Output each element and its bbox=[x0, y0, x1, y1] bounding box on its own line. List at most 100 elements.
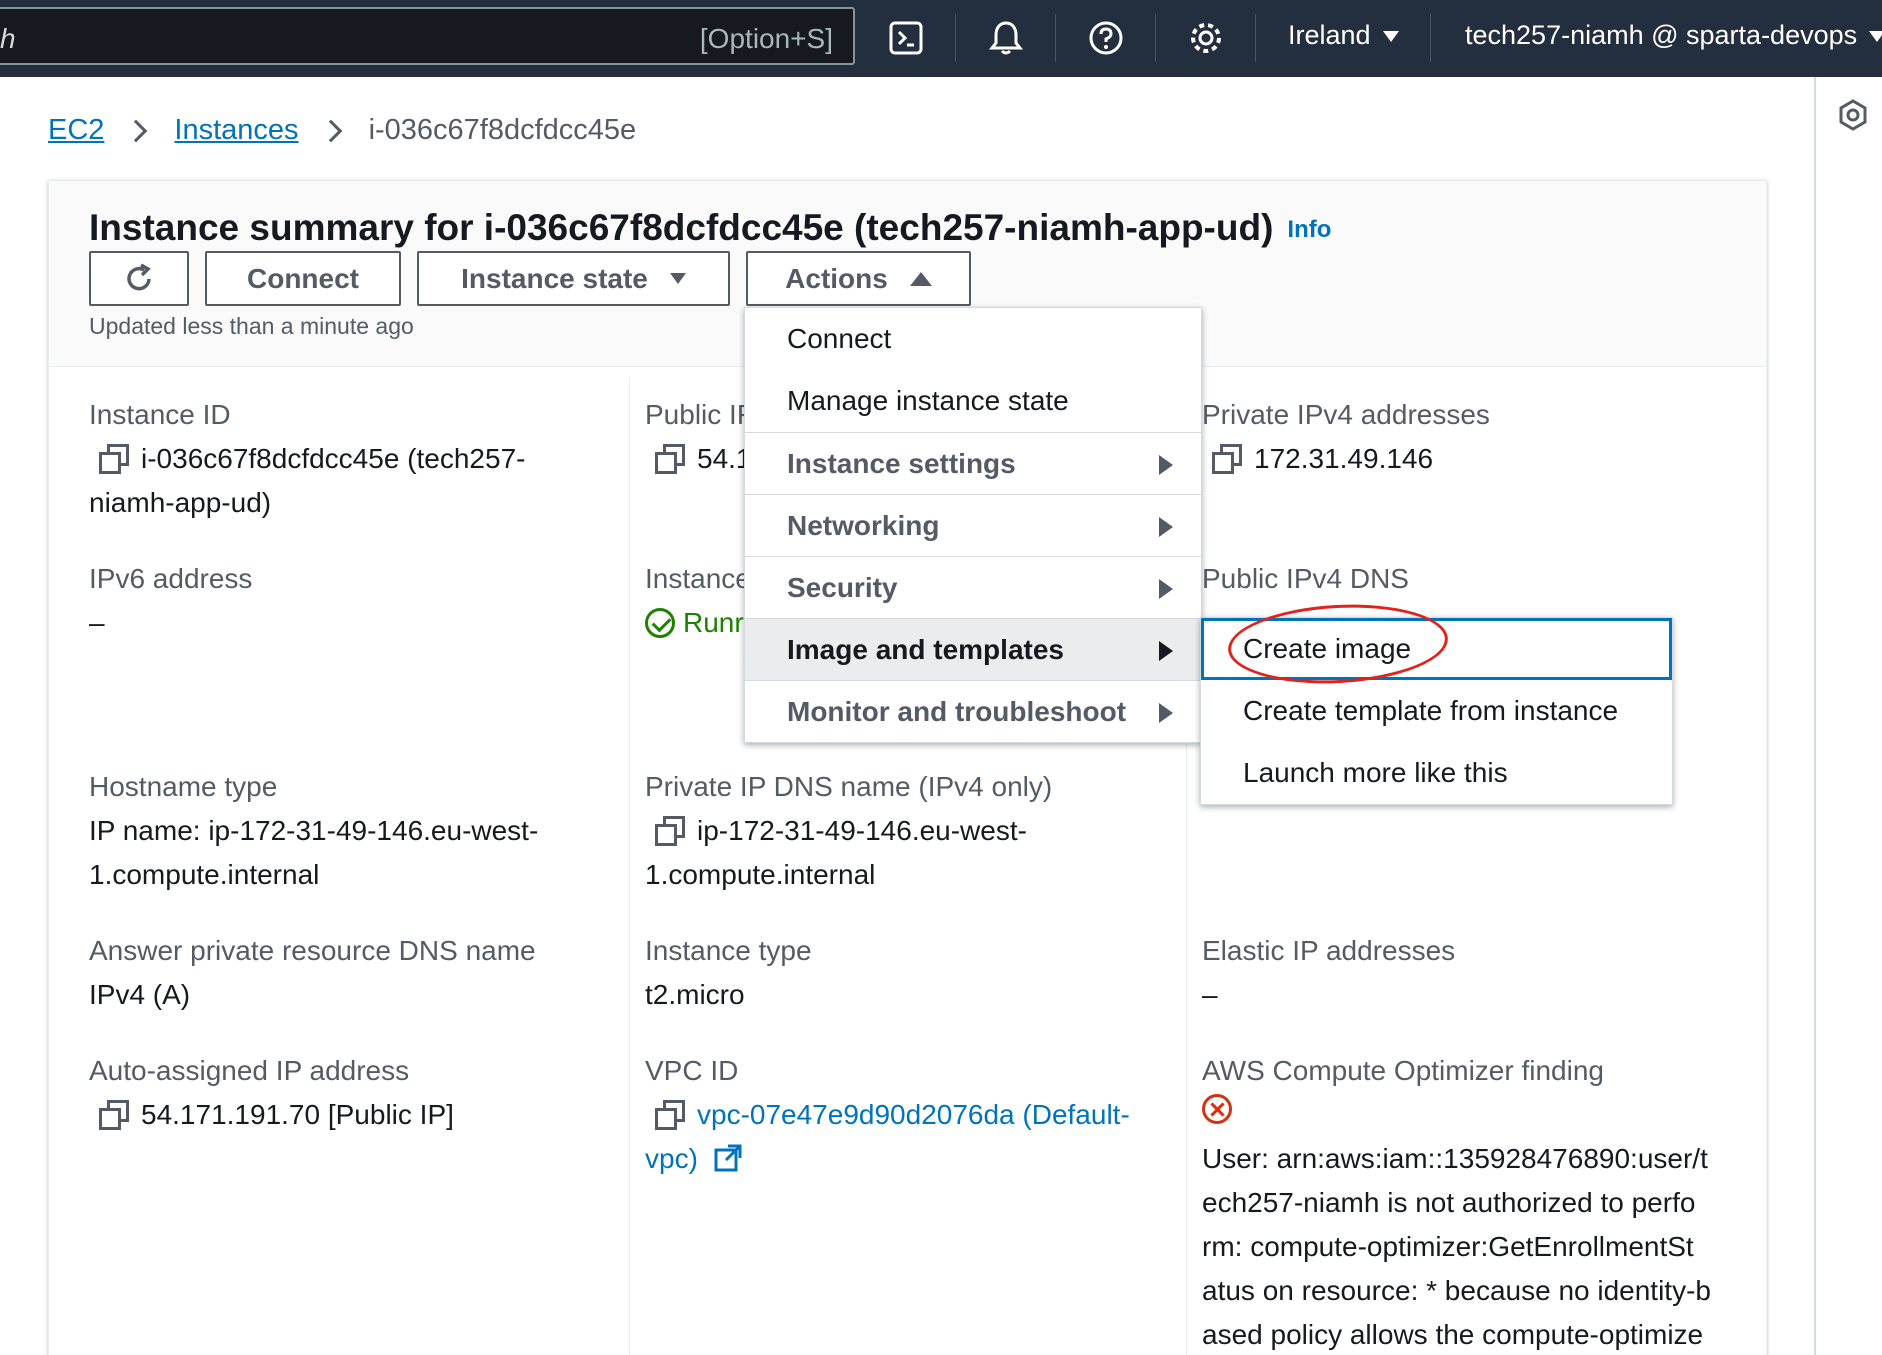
refresh-button[interactable] bbox=[89, 251, 189, 306]
info-link[interactable]: Info bbox=[1287, 216, 1331, 243]
instance-type-label: Instance type bbox=[645, 935, 812, 966]
hostname-type-line-2: 1.compute.internal bbox=[89, 859, 320, 890]
caret-right-icon bbox=[1159, 455, 1173, 475]
refresh-icon bbox=[127, 262, 151, 290]
instance-state-text: Runr bbox=[683, 607, 744, 638]
instance-id-line-2: niamh-app-ud) bbox=[89, 487, 272, 518]
menu-item-label: Manage instance state bbox=[787, 385, 1069, 416]
auto-ip-value: 54.171.191.70 [Public IP] bbox=[89, 1093, 454, 1137]
cloudshell-icon[interactable] bbox=[882, 14, 930, 62]
chevron-down-icon bbox=[669, 273, 686, 284]
nav-divider bbox=[955, 14, 956, 62]
submenu-item-create-image[interactable]: Create image bbox=[1201, 618, 1672, 680]
connect-label: Connect bbox=[247, 262, 359, 294]
menu-item-label: Image and templates bbox=[787, 633, 1064, 665]
actions-button[interactable]: Actions bbox=[746, 251, 971, 306]
top-navigation: h [Option+S] Ireland tech257-niamh @ spa… bbox=[0, 0, 1882, 77]
copy-icon[interactable] bbox=[99, 1100, 129, 1130]
private-ipv4-value: 172.31.49.146 bbox=[1202, 437, 1433, 481]
instance-type-value: t2.micro bbox=[645, 979, 745, 1010]
copy-icon[interactable] bbox=[655, 816, 685, 846]
menu-item-label: Monitor and troubleshoot bbox=[787, 695, 1127, 727]
public-ip-label: Public IF bbox=[645, 399, 754, 430]
menu-item-connect[interactable]: Connect bbox=[745, 308, 1201, 370]
private-dns-value: ip-172-31-49-146.eu-west- 1.compute.inter… bbox=[645, 809, 1175, 897]
answer-dns-value: IPv4 (A) bbox=[89, 979, 191, 1010]
submenu-item-launch-more[interactable]: Launch more like this bbox=[1201, 742, 1672, 804]
public-dns-label: Public IPv4 DNS bbox=[1202, 563, 1409, 594]
caret-right-icon bbox=[1159, 641, 1173, 661]
vpc-value: vpc-07e47e9d90d2076da (Default-vpc) bbox=[645, 1093, 1185, 1181]
search-input[interactable]: h [Option+S] bbox=[0, 7, 855, 65]
caret-right-icon bbox=[1159, 579, 1173, 599]
image-templates-submenu: Create image Create template from instan… bbox=[1200, 617, 1673, 805]
ipv6-value: – bbox=[89, 607, 105, 638]
instance-id-label: Instance ID bbox=[89, 399, 231, 430]
search-shortcut: [Option+S] bbox=[699, 23, 833, 54]
vpc-link-line-2[interactable]: vpc) bbox=[645, 1143, 698, 1174]
connect-button[interactable]: Connect bbox=[205, 251, 401, 306]
page-title: Instance summary for i-036c67f8dcfdcc45e… bbox=[89, 207, 1331, 249]
chevron-right-icon bbox=[319, 119, 342, 142]
account-menu[interactable]: tech257-niamh @ sparta-devops bbox=[1465, 20, 1882, 51]
optimizer-value: User: arn:aws:iam::135928476890:user/t e… bbox=[1202, 1093, 1762, 1355]
check-circle-icon bbox=[645, 608, 675, 638]
nav-divider bbox=[1255, 14, 1256, 62]
region-label: Ireland bbox=[1288, 20, 1371, 50]
menu-item-security[interactable]: Security bbox=[745, 556, 1201, 618]
page-title-text: Instance summary for i-036c67f8dcfdcc45e… bbox=[89, 207, 1274, 248]
actions-menu: Connect Manage instance state Instance s… bbox=[744, 307, 1202, 743]
ipv6-label: IPv6 address bbox=[89, 563, 253, 594]
account-label: tech257-niamh @ sparta-devops bbox=[1465, 20, 1858, 50]
nav-divider bbox=[1155, 14, 1156, 62]
copy-icon[interactable] bbox=[655, 1100, 685, 1130]
menu-item-instance-settings[interactable]: Instance settings bbox=[745, 432, 1201, 494]
submenu-item-create-template[interactable]: Create template from instance bbox=[1201, 680, 1672, 742]
instance-state-label: Instance state bbox=[461, 262, 648, 294]
caret-right-icon bbox=[1159, 517, 1173, 537]
chevron-down-icon bbox=[1382, 31, 1399, 43]
auto-ip-label: Auto-assigned IP address bbox=[89, 1055, 410, 1086]
panel-toggle-icon[interactable] bbox=[1838, 99, 1868, 136]
optimizer-line: ech257-niamh is not authorized to perfo bbox=[1202, 1187, 1696, 1218]
elastic-ip-label: Elastic IP addresses bbox=[1202, 935, 1456, 966]
bell-icon[interactable] bbox=[982, 14, 1030, 62]
menu-item-label: Security bbox=[787, 571, 898, 603]
optimizer-line: atus on resource: * because no identity-… bbox=[1202, 1275, 1711, 1306]
copy-icon[interactable] bbox=[99, 444, 129, 474]
caret-right-icon bbox=[1159, 703, 1173, 723]
breadcrumb: EC2 Instances i-036c67f8dcfdcc45e bbox=[48, 114, 636, 147]
optimizer-line: rm: compute-optimizer:GetEnrollmentSt bbox=[1202, 1231, 1694, 1262]
nav-divider bbox=[1055, 14, 1056, 62]
vpc-label: VPC ID bbox=[645, 1055, 739, 1086]
answer-dns-label: Answer private resource DNS name bbox=[89, 935, 536, 966]
menu-item-image-and-templates[interactable]: Image and templates bbox=[745, 618, 1201, 680]
help-icon[interactable] bbox=[1082, 14, 1130, 62]
menu-item-networking[interactable]: Networking bbox=[745, 494, 1201, 556]
elastic-ip-value: – bbox=[1202, 979, 1218, 1010]
auto-ip-text: 54.171.191.70 [Public IP] bbox=[141, 1099, 454, 1130]
menu-item-manage-instance-state[interactable]: Manage instance state bbox=[745, 370, 1201, 432]
external-link-icon[interactable] bbox=[714, 1144, 742, 1172]
instance-state-field-label: Instance bbox=[645, 563, 751, 594]
breadcrumb-instances[interactable]: Instances bbox=[174, 114, 298, 147]
chevron-right-icon bbox=[125, 119, 148, 142]
updated-timestamp: Updated less than a minute ago bbox=[89, 313, 414, 339]
copy-icon[interactable] bbox=[655, 444, 685, 474]
vpc-link-line-1[interactable]: vpc-07e47e9d90d2076da (Default- bbox=[697, 1099, 1130, 1130]
copy-icon[interactable] bbox=[1212, 444, 1242, 474]
submenu-item-label: Launch more like this bbox=[1243, 757, 1508, 788]
optimizer-label: AWS Compute Optimizer finding bbox=[1202, 1055, 1604, 1086]
breadcrumb-ec2[interactable]: EC2 bbox=[48, 114, 104, 147]
right-side-panel bbox=[1814, 77, 1882, 1355]
hostname-type-line-1: IP name: ip-172-31-49-146.eu-west- bbox=[89, 815, 539, 846]
optimizer-line: ased policy allows the compute-optimize bbox=[1202, 1319, 1704, 1350]
instance-state-value: Runr bbox=[645, 601, 744, 645]
gear-icon[interactable] bbox=[1182, 14, 1230, 62]
optimizer-line: User: arn:aws:iam::135928476890:user/t bbox=[1202, 1143, 1708, 1174]
instance-state-button[interactable]: Instance state bbox=[417, 251, 730, 306]
private-ipv4-label: Private IPv4 addresses bbox=[1202, 399, 1490, 430]
instance-id-value: i-036c67f8dcfdcc45e (tech257- niamh-app-u… bbox=[89, 437, 609, 525]
menu-item-monitor-and-troubleshoot[interactable]: Monitor and troubleshoot bbox=[745, 680, 1201, 742]
region-selector[interactable]: Ireland bbox=[1288, 20, 1399, 51]
